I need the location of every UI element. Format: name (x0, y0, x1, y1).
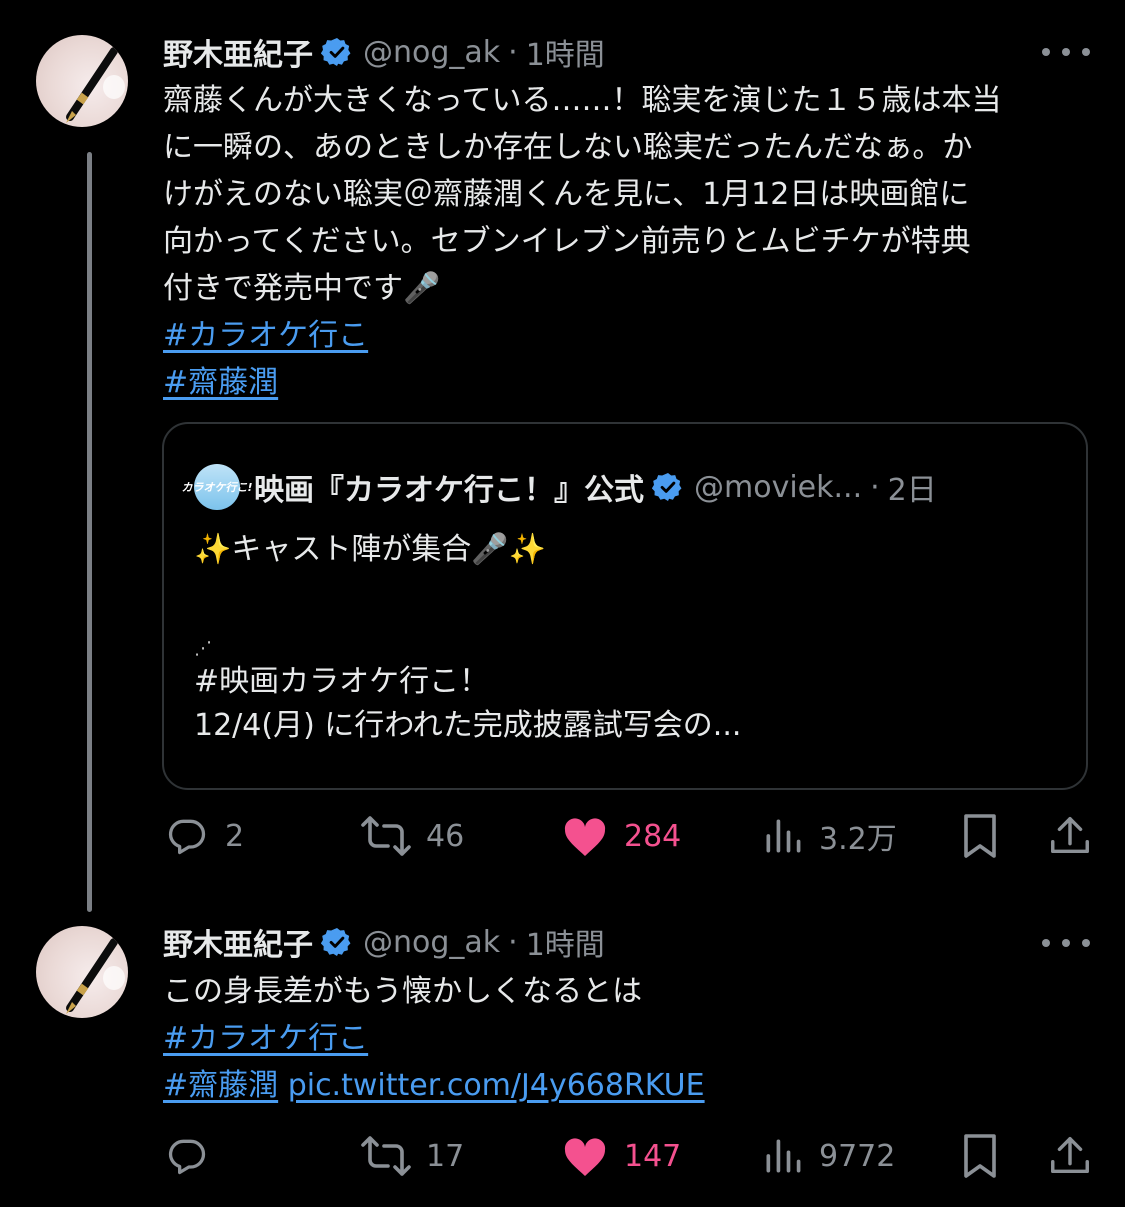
tweet-text-line: に一瞬の、あのときしか存在しない聡実だったんだなぁ。か (163, 130, 973, 165)
quote-text-line: #映画カラオケ行こ！ (194, 664, 490, 699)
tweet-actions: 2 46 284 3.2万 (163, 810, 1093, 860)
more-icon[interactable] (1042, 933, 1090, 953)
separator-dot: · (508, 34, 518, 70)
share-icon (1051, 1137, 1089, 1174)
views-button[interactable]: 9772 (761, 1134, 895, 1178)
quoted-tweet-card[interactable]: カラオケ行こ! 映画『カラオケ行こ！』公式 @moviek... · 2日 ✨キ… (162, 422, 1088, 790)
reply-button[interactable]: 2 (163, 814, 244, 858)
quote-author-name: 映画『カラオケ行こ！』公式 (254, 473, 644, 508)
reply-icon (168, 819, 206, 855)
thread-line (87, 152, 92, 912)
like-button[interactable]: 147 (560, 1134, 681, 1178)
tweet-header: 野木亜紀子 @nog_ak · 1時間 (163, 920, 605, 964)
quote-timestamp: 2日 (887, 473, 937, 508)
bookmark-icon (964, 814, 996, 858)
retweet-count: 46 (426, 818, 465, 854)
pic-link[interactable]: pic.twitter.com/J4y668RKUE (288, 1062, 705, 1109)
views-count: 9772 (819, 1138, 896, 1174)
tweet-text-line: 向かってください。セブンイレブン前売りとムビチケが特典 (163, 224, 971, 259)
like-icon (564, 818, 606, 856)
author-name[interactable]: 野木亜紀子 (163, 30, 313, 74)
retweet-button[interactable]: 46 (360, 814, 464, 858)
like-button[interactable]: 284 (560, 814, 681, 858)
hashtag-link[interactable]: #齋藤潤 (163, 359, 278, 406)
views-icon (766, 1139, 801, 1173)
hashtag-link[interactable]: #カラオケ行こ (163, 1015, 368, 1062)
share-button[interactable] (1047, 1132, 1093, 1180)
verified-badge-icon (652, 473, 682, 501)
views-icon (766, 819, 801, 853)
verified-badge-icon (321, 928, 351, 956)
retweet-icon (361, 816, 411, 856)
views-count: 3.2万 (819, 822, 897, 857)
verified-badge-icon (321, 38, 351, 66)
tweet-text-line: この身長差がもう懐かしくなるとは (163, 974, 643, 1009)
separator-dot: · (870, 469, 880, 505)
author-handle[interactable]: @nog_ak (363, 925, 500, 960)
reply-icon (168, 1139, 206, 1175)
avatar[interactable] (36, 35, 128, 127)
retweet-count: 17 (426, 1138, 465, 1174)
separator-dot: · (508, 924, 518, 960)
reply-button[interactable] (163, 1134, 225, 1178)
tweet-text-line: 付きで発売中です🎤 (163, 271, 441, 306)
avatar[interactable] (36, 926, 128, 1018)
quote-text-line: ✨キャスト陣が集合🎤✨ (194, 532, 547, 567)
like-icon (564, 1138, 606, 1176)
tweet-actions: 17 147 9772 (163, 1130, 1093, 1180)
bookmark-icon (964, 1134, 996, 1178)
more-icon[interactable] (1042, 42, 1090, 62)
reply-count: 2 (225, 818, 245, 854)
fountain-pen-icon (66, 47, 125, 123)
tweet-text-line: 齋藤くんが大きくなっている……！聡実を演じた１５歳は本当 (163, 83, 1002, 118)
tweet-text: この身長差がもう懐かしくなるとは #カラオケ行こ #齋藤潤 pic.twitte… (163, 968, 1098, 1109)
quote-avatar: カラオケ行こ! (181, 464, 253, 510)
author-handle[interactable]: @nog_ak (363, 35, 500, 70)
quote-text-line: 12/4(月) に行われた完成披露試写会の... (194, 708, 742, 743)
quote-text-line: ⋰ (194, 638, 212, 659)
like-count: 147 (624, 1138, 682, 1174)
like-count: 284 (624, 818, 682, 854)
timestamp[interactable]: 1時間 (526, 920, 605, 964)
share-icon (1051, 817, 1089, 854)
views-button[interactable]: 3.2万 (761, 814, 897, 858)
hashtag-link[interactable]: #齋藤潤 (163, 1062, 278, 1109)
retweet-icon (361, 1136, 411, 1176)
tweet-text: 齋藤くんが大きくなっている……！聡実を演じた１５歳は本当 に一瞬の、あのときしか… (163, 77, 1098, 406)
retweet-button[interactable]: 17 (360, 1134, 464, 1178)
bookmark-button[interactable] (959, 1132, 1001, 1180)
tweet-text-line: けがえのない聡実＠齋藤潤くんを見に、1月12日は映画館に (163, 177, 970, 212)
bookmark-button[interactable] (959, 812, 1001, 860)
quote-header: カラオケ行こ! 映画『カラオケ行こ！』公式 @moviek... · 2日 (181, 464, 937, 510)
author-name[interactable]: 野木亜紀子 (163, 920, 313, 964)
share-button[interactable] (1047, 812, 1093, 860)
timestamp[interactable]: 1時間 (526, 30, 605, 74)
quote-text: ✨キャスト陣が集合🎤✨ ⋰ #映画カラオケ行こ！ 12/4(月) に行われた完成… (194, 528, 1054, 748)
hashtag-link[interactable]: #カラオケ行こ (163, 312, 368, 359)
quote-author-handle: @moviek... (694, 469, 863, 505)
tweet-header: 野木亜紀子 @nog_ak · 1時間 (163, 30, 605, 74)
fountain-pen-icon (66, 938, 125, 1014)
